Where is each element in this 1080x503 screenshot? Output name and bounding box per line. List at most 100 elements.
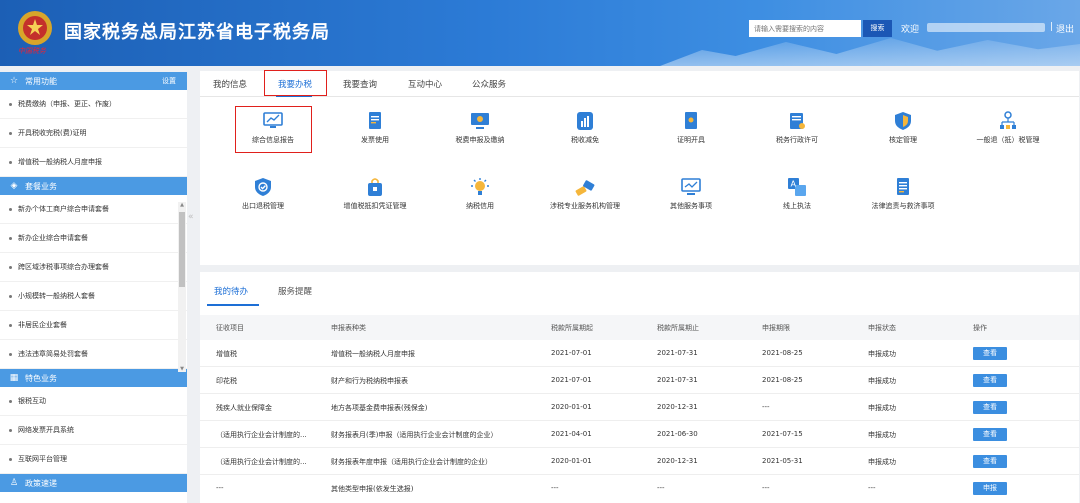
search-button[interactable]: 搜索	[863, 20, 892, 37]
certificate-icon	[685, 112, 697, 129]
section-title: 政策速递	[25, 478, 57, 488]
service-credit[interactable]: 纳税信用	[425, 177, 535, 211]
service-certificate[interactable]: 证明开具	[636, 111, 746, 145]
cell-status: 申报成功	[868, 431, 896, 439]
col-form-type: 申报表种类	[331, 324, 366, 332]
service-vat-voucher[interactable]: 增值税抵扣凭证管理	[320, 177, 430, 211]
sidebar-item[interactable]: 税费缴纳（申报、更正、作废）	[0, 90, 187, 119]
service-general-refund[interactable]: 一般退（抵）税管理	[953, 111, 1063, 145]
settings-link[interactable]: 设置	[162, 76, 176, 86]
cell-period-end: ---	[657, 484, 665, 492]
cell-status: 申报成功	[868, 404, 896, 412]
cell-form-type: 地方各项基金费申报表(残保金)	[331, 404, 428, 412]
scrollbar-thumb[interactable]	[179, 212, 185, 287]
service-label: 一般退（抵）税管理	[976, 136, 1040, 144]
sidebar-item[interactable]: 跨区域涉税事项综合办理套餐	[0, 253, 187, 282]
active-tab-underline	[207, 304, 259, 306]
service-verification[interactable]: 核定管理	[848, 111, 958, 145]
shield-check-icon	[255, 178, 271, 196]
cell-status: 申报成功	[868, 377, 896, 385]
service-professional-agency[interactable]: 涉税专业服务机构管理	[530, 177, 640, 211]
sidebar-section-special[interactable]: ▦ 特色业务	[0, 369, 187, 387]
sidebar-item-label: 开具税收完税(费)证明	[18, 129, 87, 137]
cell-period-start: 2020-01-01	[551, 457, 592, 465]
service-online-enforcement[interactable]: A 线上执法	[742, 177, 852, 211]
service-comprehensive-report[interactable]: 综合信息报告	[218, 111, 328, 145]
site-title[interactable]: 国家税务总局江苏省电子税务局	[64, 18, 330, 44]
sidebar-item[interactable]: 新办个体工商户综合申请套餐	[0, 195, 187, 224]
cell-deadline: 2021-05-31	[762, 457, 803, 465]
invoice-icon	[369, 112, 381, 129]
sidebar-item[interactable]: 开具税收完税(费)证明	[0, 119, 187, 148]
cell-status: 申报成功	[868, 350, 896, 358]
service-admin-license[interactable]: 税务行政许可	[742, 111, 852, 145]
view-button[interactable]: 查看	[973, 428, 1007, 441]
service-declare-pay[interactable]: 税费申报及缴纳	[425, 111, 535, 145]
cell-form-type: 财务报表年度申报（适用执行企业会计制度的企业）	[331, 458, 492, 466]
view-button[interactable]: 查看	[973, 347, 1007, 360]
service-label: 核定管理	[889, 136, 917, 144]
tab-service-reminder[interactable]: 服务提醒	[278, 285, 312, 297]
service-invoice[interactable]: 发票使用	[320, 111, 430, 145]
view-button[interactable]: 查看	[973, 374, 1007, 387]
tab-my-todo[interactable]: 我的待办	[214, 285, 248, 297]
collapse-sidebar-icon[interactable]: «	[188, 212, 198, 230]
sidebar-section-common[interactable]: ☆ 常用功能 设置	[0, 72, 187, 90]
emblem-tagline: 中国税务	[18, 47, 46, 55]
sidebar-item[interactable]: 增值税一般纳税人月度申报	[0, 148, 187, 177]
tab-public-service[interactable]: 公众服务	[472, 78, 506, 90]
sidebar-item[interactable]: 非居民企业套餐	[0, 311, 187, 340]
sidebar-item[interactable]: 小规模转一般纳税人套餐	[0, 282, 187, 311]
header-bar: 中国税务 国家税务总局江苏省电子税务局 搜索 欢迎 | 退出	[0, 0, 1080, 66]
service-label: 线上执法	[783, 202, 811, 210]
view-button[interactable]: 查看	[973, 401, 1007, 414]
cell-tax-item: 增值税	[216, 350, 237, 358]
scroll-down-icon[interactable]: ▼	[179, 366, 185, 372]
sidebar-item[interactable]: 网络发票开具系统	[0, 416, 187, 445]
sidebar-item[interactable]: 新办企业综合申请套餐	[0, 224, 187, 253]
top-tab-bar: 我的信息 我要办税 我要查询 互动中心 公众服务	[200, 71, 1079, 97]
tab-interaction[interactable]: 互动中心	[408, 78, 442, 90]
service-label: 纳税信用	[466, 202, 494, 210]
service-tax-reduction[interactable]: 税收减免	[530, 111, 640, 145]
sidebar-item-label: 互联网平台管理	[18, 455, 67, 463]
sidebar-section-policy[interactable]: ♙ 政策速递	[0, 474, 187, 492]
table-row: 增值税 增值税一般纳税人月度申报 2021-07-01 2021-07-31 2…	[200, 340, 1079, 367]
sidebar-item-label: 增值税一般纳税人月度申报	[18, 158, 102, 166]
service-legal-remedy[interactable]: 法律追责与救济事项	[848, 177, 958, 211]
service-label: 税费申报及缴纳	[455, 136, 505, 144]
cell-deadline: 2021-08-25	[762, 349, 803, 357]
sidebar-item-label: 新办个体工商户综合申请套餐	[18, 205, 109, 213]
service-panel: 我的信息 我要办税 我要查询 互动中心 公众服务 综合信息报告 发票使用 税费申…	[200, 70, 1079, 265]
screen-icon	[471, 113, 489, 129]
cell-tax-item: ---	[216, 484, 224, 492]
cell-tax-item: （适用执行企业会计制度的...	[216, 431, 307, 439]
logout-link[interactable]: 退出	[1056, 22, 1074, 35]
sidebar-item[interactable]: 银税互动	[0, 387, 187, 416]
col-deadline: 申报期限	[762, 324, 790, 332]
shield-icon	[895, 112, 911, 130]
sidebar-item-label: 新办企业综合申请套餐	[18, 234, 88, 242]
cell-period-start: 2020-01-01	[551, 403, 592, 411]
tab-query[interactable]: 我要查询	[343, 78, 377, 90]
todo-panel: 我的待办 服务提醒 征收项目 申报表种类 税款所属期起 税款所属期止 申报期限 …	[200, 272, 1079, 503]
cell-period-start: 2021-07-01	[551, 376, 592, 384]
sidebar-scrollbar[interactable]: ▲ ▼	[178, 202, 186, 372]
col-action: 操作	[973, 324, 987, 332]
declare-button[interactable]: 申报	[973, 482, 1007, 495]
col-status: 申报状态	[868, 324, 896, 332]
service-label: 增值税抵扣凭证管理	[343, 202, 407, 210]
tab-my-info[interactable]: 我的信息	[213, 78, 247, 90]
view-button[interactable]: 查看	[973, 455, 1007, 468]
service-label: 证明开具	[677, 136, 705, 144]
service-other[interactable]: 其他服务事项	[636, 177, 746, 211]
search-input[interactable]	[749, 20, 861, 37]
cell-form-type: 财务报表月(季)申报（适用执行企业会计制度的企业）	[331, 431, 498, 439]
sidebar-item[interactable]: 违法违章简易处罚套餐	[0, 340, 187, 369]
sidebar-section-packages[interactable]: ◈ 套餐业务	[0, 177, 187, 195]
bullet-icon	[9, 399, 12, 403]
service-export-refund[interactable]: 出口退税管理	[208, 177, 318, 211]
sidebar-item[interactable]: 互联网平台管理	[0, 445, 187, 474]
scroll-up-icon[interactable]: ▲	[179, 202, 185, 208]
cell-tax-item: 残疾人就业保障金	[216, 404, 272, 412]
